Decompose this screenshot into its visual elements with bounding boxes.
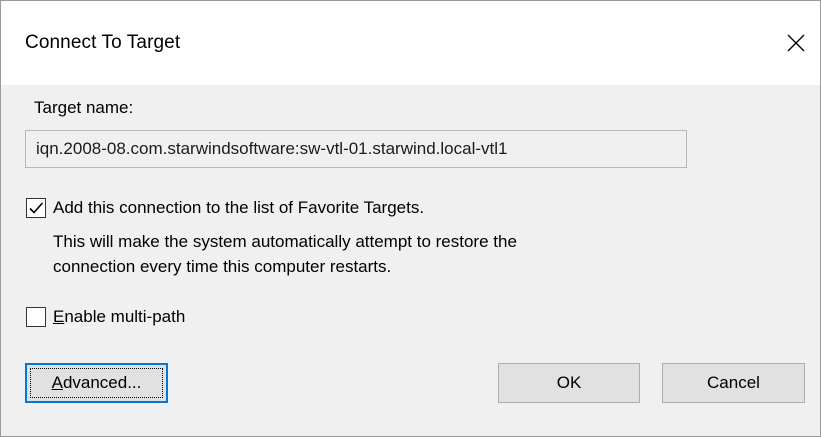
cancel-button[interactable]: Cancel — [662, 363, 805, 403]
multipath-label[interactable]: Enable multi-path — [53, 307, 185, 327]
favorite-description-line-2: connection every time this computer rest… — [53, 257, 392, 276]
close-button[interactable] — [772, 23, 820, 63]
favorite-description-line-1: This will make the system automatically … — [53, 232, 517, 251]
advanced-label: dvanced... — [62, 373, 142, 392]
dialog-title: Connect To Target — [25, 32, 181, 53]
title-bar: Connect To Target — [1, 1, 820, 85]
multipath-mnemonic: E — [53, 307, 65, 326]
favorite-targets-label[interactable]: Add this connection to the list of Favor… — [53, 198, 424, 218]
target-name-label: Target name: — [34, 98, 134, 117]
target-name-field[interactable]: iqn.2008-08.com.starwindsoftware:sw-vtl-… — [25, 130, 687, 168]
favorite-targets-checkbox[interactable] — [26, 198, 46, 218]
close-icon — [787, 34, 805, 52]
ok-button[interactable]: OK — [498, 363, 640, 403]
advanced-button[interactable]: Advanced... — [25, 363, 168, 403]
checkmark-icon — [29, 202, 44, 214]
multipath-checkbox[interactable] — [26, 307, 46, 327]
connect-to-target-dialog: Connect To Target Target name: iqn.2008-… — [0, 0, 821, 437]
advanced-mnemonic: A — [51, 373, 63, 392]
multipath-label-text: nable multi-path — [64, 307, 186, 326]
